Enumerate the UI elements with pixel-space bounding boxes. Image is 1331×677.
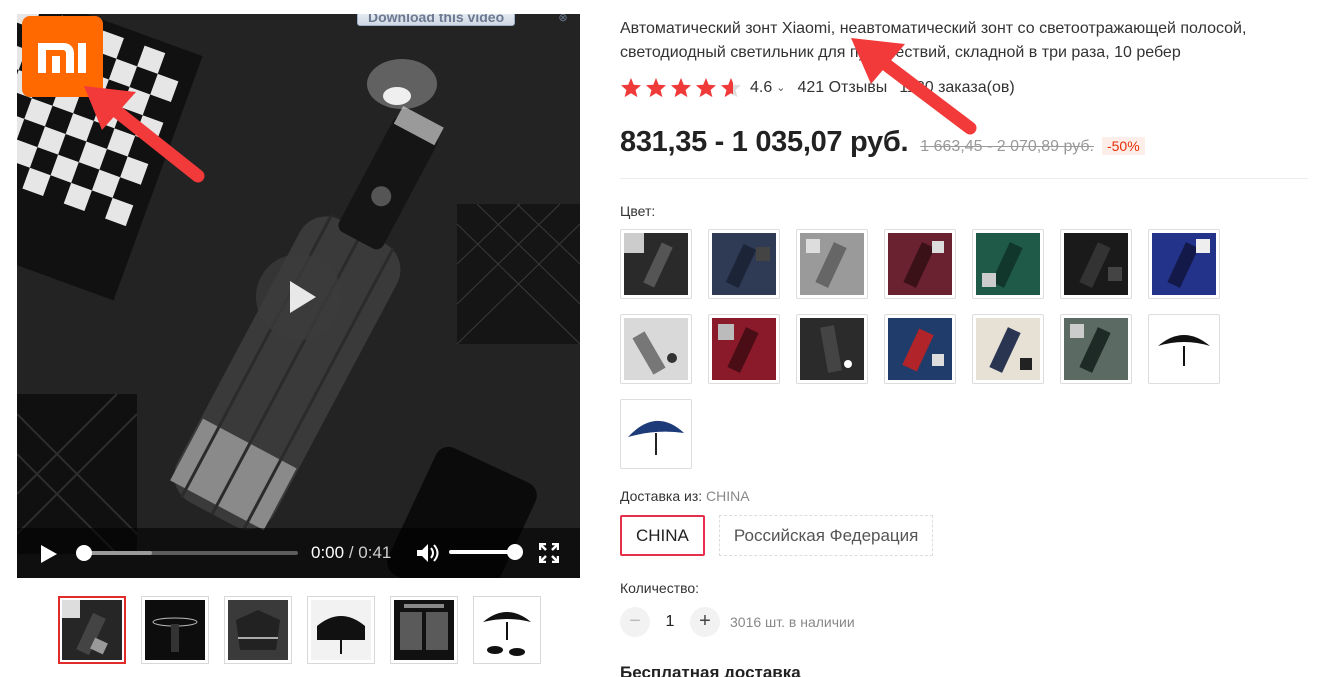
shipping-options: CHINA Российская Федерация (620, 515, 934, 556)
xiaomi-logo (22, 16, 103, 97)
buffer-bar (82, 551, 152, 555)
quantity-value[interactable]: 1 (650, 613, 690, 631)
quantity-minus-button[interactable]: − (620, 607, 650, 637)
product-title: Автоматический зонт Xiaomi, неавтоматиче… (620, 20, 1247, 61)
thumbnail-4[interactable] (307, 596, 375, 664)
ship-option-russia[interactable]: Российская Федерация (718, 515, 934, 556)
video-controls: 0:00 / 0:41 (17, 528, 580, 578)
volume-handle[interactable] (507, 544, 523, 560)
color-swatch[interactable] (884, 229, 956, 299)
shipping-label: Доставка из: CHINA (620, 488, 750, 504)
thumbnail-6[interactable] (473, 596, 541, 664)
time-separator: / (344, 543, 359, 562)
rating-row: 4.6 ⌄ 421 Отзывы 1180 заказа(ов) (620, 77, 1015, 98)
color-swatches (620, 229, 1230, 469)
color-swatch[interactable] (1148, 314, 1220, 384)
star-icon (620, 77, 642, 98)
seek-bar[interactable] (76, 545, 298, 561)
color-swatch[interactable] (1060, 229, 1132, 299)
free-shipping-heading: Бесплатная доставка (620, 663, 801, 677)
color-swatch[interactable] (620, 314, 692, 384)
play-icon[interactable] (41, 545, 57, 563)
thumbnail-2[interactable] (141, 596, 209, 664)
color-swatch[interactable] (884, 314, 956, 384)
color-swatch[interactable] (708, 314, 780, 384)
discount-badge: -50% (1101, 137, 1145, 155)
color-swatch[interactable] (796, 314, 868, 384)
color-swatch[interactable] (972, 314, 1044, 384)
volume-slider[interactable] (449, 550, 515, 554)
color-label: Цвет: (620, 203, 656, 219)
quantity-stepper: − 1 + 3016 шт. в наличии (620, 607, 855, 637)
chevron-down-icon[interactable]: ⌄ (776, 81, 785, 94)
orders-count: 1180 заказа(ов) (899, 78, 1015, 96)
old-price: 1 663,45 - 2 070,89 руб. (920, 138, 1094, 155)
time-duration: 0:41 (358, 543, 392, 562)
star-icon (695, 77, 717, 98)
download-video-button[interactable]: Download this video (357, 14, 516, 26)
color-swatch[interactable] (1148, 229, 1220, 299)
download-close-icon[interactable]: ⊗ (555, 14, 571, 26)
time-current: 0:00 (311, 543, 345, 562)
ship-option-china[interactable]: CHINA (620, 515, 705, 556)
color-swatch[interactable] (796, 229, 868, 299)
time-display: 0:00 / 0:41 (311, 543, 391, 563)
volume-icon[interactable] (415, 542, 439, 564)
color-swatch[interactable] (972, 229, 1044, 299)
thumbnail-3[interactable] (224, 596, 292, 664)
thumbnail-5[interactable] (390, 596, 458, 664)
price: 831,35 - 1 035,07 руб. (620, 126, 909, 158)
seek-handle[interactable] (76, 545, 92, 561)
rating-value[interactable]: 4.6 (750, 79, 772, 97)
color-swatch[interactable] (620, 229, 692, 299)
star-icon (670, 77, 692, 98)
color-swatch[interactable] (620, 399, 692, 469)
quantity-plus-button[interactable]: + (690, 607, 720, 637)
shipping-label-text: Доставка из: (620, 488, 703, 504)
reviews-link[interactable]: 421 Отзывы (797, 79, 887, 97)
color-swatch[interactable] (1060, 314, 1132, 384)
price-row: 831,35 - 1 035,07 руб. 1 663,45 - 2 070,… (620, 126, 1145, 159)
play-video-button[interactable] (256, 254, 342, 340)
thumbnail-1[interactable] (58, 596, 126, 664)
shipping-from-value: CHINA (706, 488, 750, 504)
quantity-label: Количество: (620, 580, 700, 596)
fullscreen-icon[interactable] (539, 543, 559, 563)
divider (620, 178, 1308, 179)
star-icon (645, 77, 667, 98)
stock-count: 3016 шт. в наличии (730, 614, 855, 630)
rating-stars (620, 77, 742, 98)
half-star-icon (720, 77, 742, 98)
thumbnail-strip (58, 596, 541, 664)
color-swatch[interactable] (708, 229, 780, 299)
